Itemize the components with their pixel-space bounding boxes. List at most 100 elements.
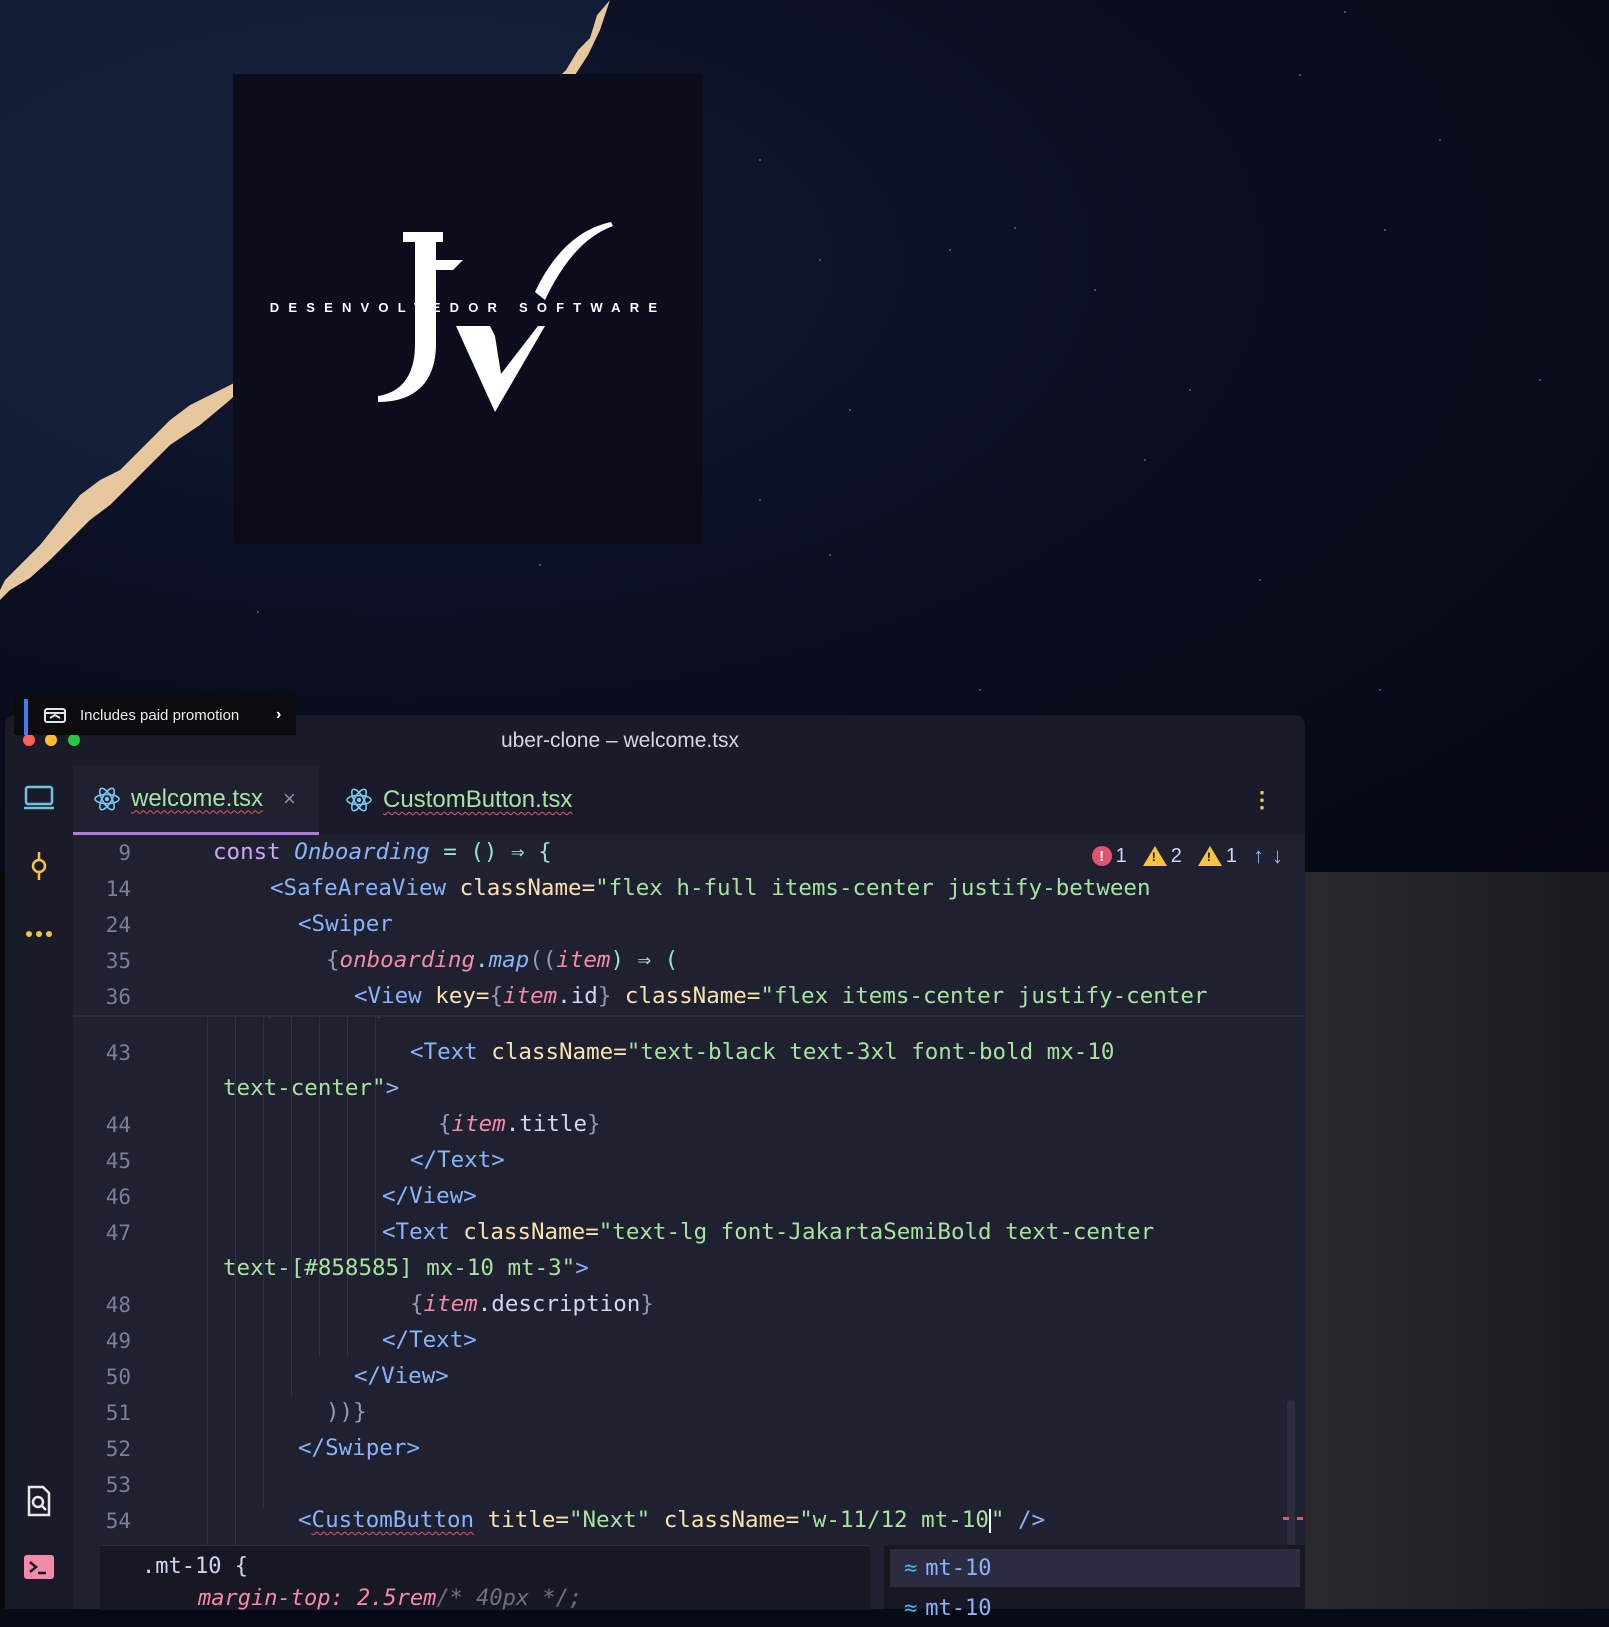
token: {	[410, 1291, 424, 1317]
tab-custombutton[interactable]: CustomButton.tsx	[325, 765, 575, 835]
code-line-52: </Swiper>	[298, 1435, 420, 1461]
close-tab-icon[interactable]: ×	[283, 786, 296, 812]
overview-ruler-error-mark	[1283, 1517, 1289, 1520]
source-control-icon[interactable]	[20, 847, 58, 885]
warning-count[interactable]: ! 2	[1142, 845, 1182, 868]
hover-property: margin-top: 2.5rem	[198, 1586, 437, 1611]
code-line-54: <CustomButton title="Next" className="w-…	[298, 1507, 1046, 1533]
line-number: 52	[105, 1437, 131, 1461]
tailwind-icon: ≈	[904, 1595, 918, 1621]
code-line-36: <View key={item.id} className="flex item…	[354, 983, 1207, 1009]
chevron-right-icon[interactable]: ›	[276, 706, 281, 724]
token: }	[640, 1291, 654, 1317]
token: CustomButton	[311, 1507, 475, 1533]
code-line-35: {onboarding.map((item) ⇒ (	[326, 947, 678, 973]
paid-promotion-badge[interactable]: Includes paid promotion ›	[14, 695, 296, 735]
token: <View	[354, 983, 422, 1009]
error-count-value: 1	[1115, 844, 1127, 867]
code-line-49: </Text>	[382, 1327, 477, 1353]
line-number: 14	[105, 877, 131, 901]
info-count-value: 1	[1225, 844, 1237, 867]
token: .id	[557, 983, 598, 1009]
more-icon[interactable]	[20, 915, 58, 953]
token: {	[326, 947, 340, 973]
token: className=	[650, 1507, 800, 1533]
token: className=	[446, 875, 596, 901]
tab-menu-icon[interactable]: ⋮	[1251, 787, 1273, 813]
suggestion-label: mt-10	[925, 1595, 992, 1621]
line-number: 46	[105, 1185, 131, 1209]
code-line-9: const Onboarding = () ⇒ {	[213, 839, 552, 865]
code-line-45: </Text>	[410, 1147, 505, 1173]
token: }	[587, 1111, 601, 1137]
token: {	[489, 983, 504, 1009]
promo-label: Includes paid promotion	[80, 707, 240, 724]
error-icon: !	[1091, 846, 1112, 866]
promo-accent-bar	[24, 699, 28, 735]
token: </View>	[354, 1363, 449, 1389]
token: <	[298, 1507, 312, 1533]
suggestion-item[interactable]: ≈ mt-10	[890, 1549, 1300, 1587]
react-icon	[94, 787, 120, 810]
indent-guide	[319, 1017, 320, 1357]
code-line-43-wrap: text-center">	[223, 1075, 399, 1101]
token: item	[503, 983, 558, 1009]
line-number: 35	[105, 949, 131, 973]
code-line-24: <Swiper	[298, 911, 393, 937]
code-line-47: <Text className="text-lg font-JakartaSem…	[382, 1219, 1154, 1245]
token: "w-11/12 mt-10	[799, 1507, 989, 1533]
token: text-center"	[223, 1075, 386, 1101]
token: item	[423, 1291, 478, 1317]
token: = () ⇒ {	[429, 839, 552, 865]
diagnostics-summary[interactable]: ! 1 ! 2 ! 1 ↑ ↓	[1091, 843, 1283, 869]
line-number: 51	[105, 1401, 131, 1425]
token: "flex h-full items-center justify-betwee…	[595, 875, 1151, 901]
terminal-icon[interactable]	[20, 1548, 58, 1586]
line-number: 43	[105, 1041, 131, 1065]
token: ))}	[326, 1399, 367, 1425]
line-number: 47	[105, 1221, 131, 1245]
previous-problem-icon[interactable]: ↑	[1253, 843, 1264, 869]
token: <SafeAreaView	[270, 875, 447, 901]
next-problem-icon[interactable]: ↓	[1272, 843, 1283, 869]
warning-icon: !	[1142, 846, 1167, 866]
activity-bar	[5, 765, 73, 1609]
code-area[interactable]: ! 1 ! 2 ! 1 ↑ ↓ 9 const Onboarding = () ⇒ {…	[73, 835, 1305, 1609]
token: ((	[529, 947, 557, 973]
token: }	[597, 983, 612, 1009]
tab-label: welcome.tsx	[131, 784, 264, 812]
token: .description	[477, 1291, 641, 1317]
token: "flex items-center justify-center	[760, 983, 1208, 1009]
indent-guide	[375, 1017, 376, 1267]
token: ) ⇒ (	[610, 947, 679, 973]
suggestion-label: mt-10	[925, 1555, 992, 1581]
token: {	[438, 1111, 452, 1137]
token: .title	[505, 1111, 588, 1137]
token: .	[475, 947, 489, 973]
code-line-43: <Text className="text-black text-3xl fon…	[410, 1039, 1114, 1065]
code-line-50: </View>	[354, 1363, 449, 1389]
error-count[interactable]: ! 1	[1091, 844, 1127, 868]
search-icon[interactable]	[20, 1482, 58, 1520]
explorer-icon[interactable]	[20, 779, 58, 817]
suggestion-item[interactable]: ≈ mt-10	[890, 1589, 1300, 1627]
tab-bar: welcome.tsx × CustomButton.tsx ⋮	[73, 765, 1305, 835]
code-line-47-wrap: text-[#858585] mx-10 mt-3">	[223, 1255, 589, 1281]
line-number: 53	[105, 1473, 131, 1497]
line-number: 36	[105, 985, 131, 1009]
code-line-48: {item.description}	[410, 1291, 654, 1317]
token: </Text>	[410, 1147, 505, 1173]
logo-subtitle: DESENVOLVEDOR SOFTWARE	[269, 300, 667, 315]
info-count[interactable]: ! 1	[1197, 844, 1237, 868]
code-line-46: </View>	[382, 1183, 477, 1209]
token: key=	[421, 983, 490, 1009]
line-number: 49	[105, 1329, 131, 1353]
token: map	[488, 947, 530, 973]
promotion-icon	[44, 708, 66, 723]
token: <Swiper	[298, 911, 393, 937]
token: className=	[611, 983, 761, 1009]
tab-welcome[interactable]: welcome.tsx ×	[73, 765, 319, 835]
line-number: 48	[105, 1293, 131, 1317]
token: className=	[449, 1219, 599, 1245]
sticky-scroll-header: ! 1 ! 2 ! 1 ↑ ↓ 9 const Onboarding = () ⇒ {…	[73, 835, 1305, 1017]
